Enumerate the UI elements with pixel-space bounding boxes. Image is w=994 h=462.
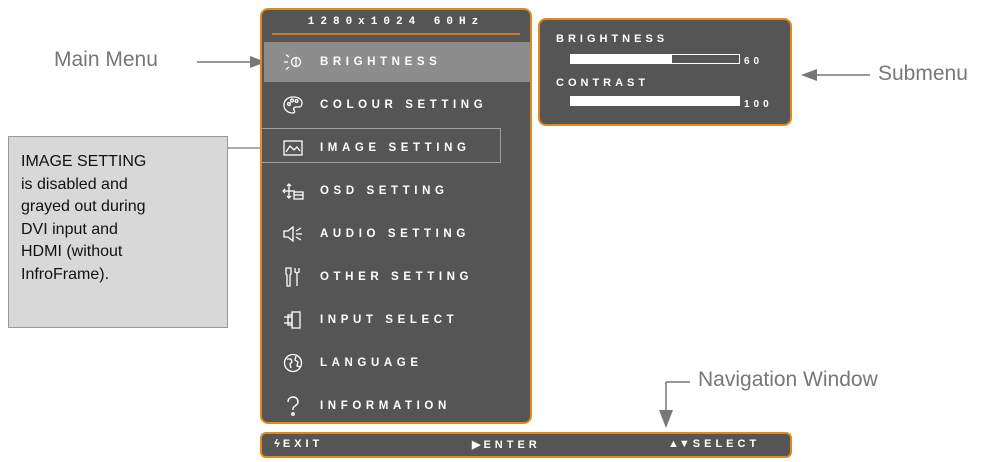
palette-icon xyxy=(282,94,304,116)
globe-icon xyxy=(282,352,304,374)
menu-item-label: BRIGHTNESS xyxy=(320,56,442,68)
submenu-panel: BRIGHTNESS 60 CONTRAST 100 xyxy=(538,18,792,126)
navigation-window-arrow xyxy=(659,381,690,428)
main-menu-callout: Main Menu xyxy=(54,48,158,71)
submenu-contrast-label: CONTRAST xyxy=(556,77,650,89)
menu-item-label: OTHER SETTING xyxy=(320,271,474,283)
brightness-value: 60 xyxy=(744,56,764,67)
exit-icon: ϟ xyxy=(274,438,280,450)
brightness-slider[interactable] xyxy=(570,54,740,64)
menu-item-label: AUDIO SETTING xyxy=(320,228,470,240)
submenu-callout: Submenu xyxy=(878,62,968,85)
menu-item-input-select[interactable]: INPUT SELECT xyxy=(264,300,530,340)
enter-label: ENTER xyxy=(483,439,541,451)
tools-icon xyxy=(282,266,304,288)
menu-item-colour-setting[interactable]: COLOUR SETTING xyxy=(264,85,530,125)
menu-item-label: COLOUR SETTING xyxy=(320,99,488,111)
image-setting-note: IMAGE SETTING is disabled and grayed out… xyxy=(8,136,228,328)
menu-item-brightness[interactable]: BRIGHTNESS xyxy=(264,42,530,82)
image-setting-highlight xyxy=(261,128,501,163)
header-divider xyxy=(272,33,520,35)
exit-button[interactable]: ϟ EXIT xyxy=(274,438,323,450)
menu-item-label: INPUT SELECT xyxy=(320,314,459,326)
contrast-slider-fill xyxy=(571,97,739,105)
exit-label: EXIT xyxy=(282,438,324,450)
menu-item-language[interactable]: LANGUAGE xyxy=(264,343,530,383)
enter-icon: ▶ xyxy=(472,439,481,451)
main-menu-panel: 1280x1024 60Hz BRIGHTNESS COLOUR SETTING… xyxy=(260,8,532,424)
select-label: SELECT xyxy=(692,438,761,450)
input-icon xyxy=(282,309,304,331)
submenu-brightness-label: BRIGHTNESS xyxy=(556,33,669,45)
brightness-icon xyxy=(282,51,304,73)
navigation-window-callout: Navigation Window xyxy=(698,368,878,391)
contrast-slider[interactable] xyxy=(570,96,740,106)
enter-button[interactable]: ▶ ENTER xyxy=(472,438,541,451)
menu-item-audio-setting[interactable]: AUDIO SETTING xyxy=(264,214,530,254)
main-menu-arrow xyxy=(197,56,266,68)
menu-item-osd-setting[interactable]: OSD SETTING xyxy=(264,171,530,211)
submenu-arrow xyxy=(801,69,870,81)
menu-item-information[interactable]: INFORMATION xyxy=(264,386,530,426)
select-button[interactable]: ▲▼ SELECT xyxy=(668,438,760,450)
note-connector xyxy=(228,128,263,164)
question-icon xyxy=(282,395,304,417)
navigation-window: ϟ EXIT ▶ ENTER ▲▼ SELECT xyxy=(260,432,792,458)
menu-item-label: OSD SETTING xyxy=(320,185,449,197)
osd-icon xyxy=(282,180,304,202)
menu-item-label: LANGUAGE xyxy=(320,357,423,369)
contrast-value: 100 xyxy=(744,99,773,110)
brightness-slider-fill xyxy=(571,55,672,63)
menu-item-label: INFORMATION xyxy=(320,400,451,412)
menu-item-other-setting[interactable]: OTHER SETTING xyxy=(264,257,530,297)
speaker-icon xyxy=(282,223,304,245)
up-down-icon: ▲▼ xyxy=(668,438,690,450)
resolution-display: 1280x1024 60Hz xyxy=(307,16,485,28)
